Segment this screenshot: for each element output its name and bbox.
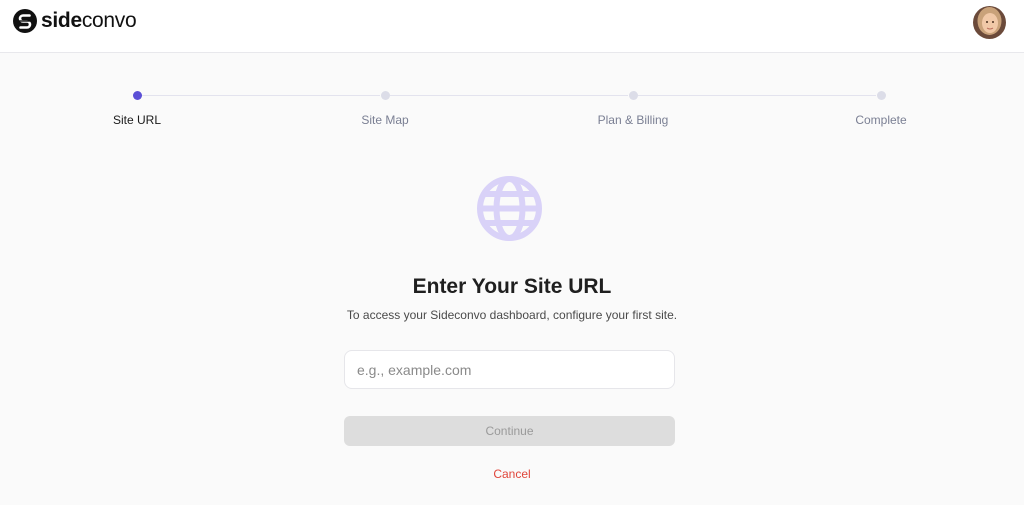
logo-text-bold: side — [41, 9, 82, 32]
logo-text-light: convo — [81, 9, 137, 32]
avatar-image — [973, 6, 1006, 39]
step-connector-2 — [390, 95, 628, 96]
page-title: Enter Your Site URL — [412, 275, 612, 298]
step-connector-3 — [638, 95, 876, 96]
step-label-complete: Complete — [855, 113, 907, 127]
cancel-link[interactable]: Cancel — [0, 467, 1024, 481]
step-dot-site-map — [381, 91, 390, 100]
step-label-site-map: Site Map — [361, 113, 409, 127]
step-label-site-url: Site URL — [112, 113, 162, 127]
step-label-plan-billing: Plan & Billing — [597, 113, 669, 127]
step-dot-plan-billing — [629, 91, 638, 100]
sideconvo-logo[interactable]: sideconvo — [13, 9, 137, 33]
page-subtitle: To access your Sideconvo dashboard, conf… — [346, 308, 678, 322]
top-bar: sideconvo — [0, 0, 1024, 53]
globe-icon — [477, 176, 542, 241]
step-dot-site-url — [133, 91, 142, 100]
user-avatar[interactable] — [973, 6, 1006, 39]
site-url-input[interactable] — [344, 350, 675, 389]
logo-text: sideconvo — [41, 9, 137, 33]
step-connector-1 — [142, 95, 380, 96]
continue-button[interactable]: Continue — [344, 416, 675, 446]
sideconvo-s-icon — [13, 9, 37, 33]
step-dot-complete — [877, 91, 886, 100]
